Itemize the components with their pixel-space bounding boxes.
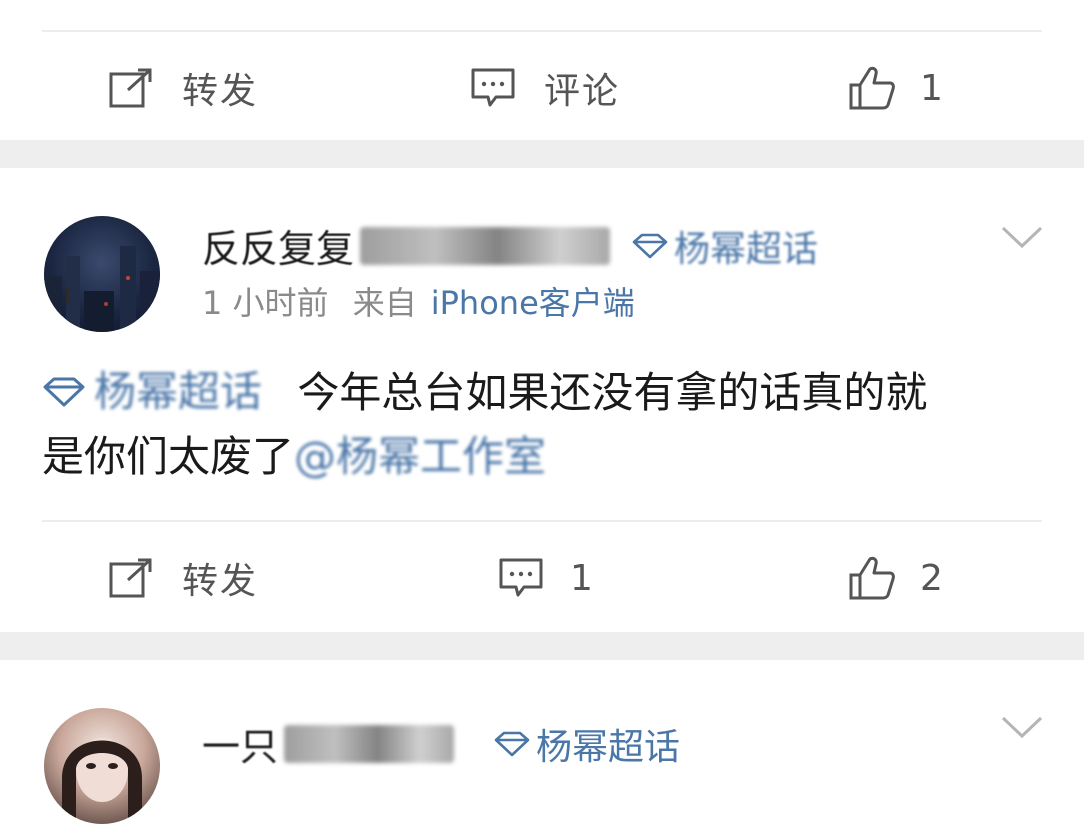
post-meta: 1 小时前 来自 iPhone客户端 — [202, 278, 649, 324]
repost-icon — [108, 68, 154, 108]
repost-button[interactable]: 转发 — [108, 528, 258, 628]
username[interactable]: 反反复复 — [202, 218, 354, 273]
like-button[interactable]: 2 — [848, 528, 945, 628]
comment-count: 1 — [570, 557, 595, 599]
thumbs-up-icon — [848, 555, 896, 601]
username[interactable]: 一只 — [202, 716, 278, 771]
mention-label: @杨幂工作室 — [294, 432, 547, 481]
topic-link[interactable]: 杨幂超话 — [42, 360, 262, 424]
diamond-icon — [632, 233, 668, 258]
repost-button[interactable]: 转发 — [108, 38, 258, 138]
diamond-icon — [494, 731, 530, 756]
like-button[interactable]: 1 — [848, 38, 945, 138]
divider — [42, 520, 1042, 522]
username-redaction — [360, 226, 611, 265]
action-bar: 转发 1 2 — [0, 528, 1084, 628]
mention-link[interactable]: @杨幂工作室 — [294, 432, 546, 481]
post-from-label: 来自 — [352, 284, 417, 322]
section-gap — [0, 140, 1084, 168]
topic-link-label: 杨幂超话 — [94, 367, 263, 416]
like-count: 1 — [920, 67, 945, 109]
repost-label: 转发 — [182, 561, 259, 602]
action-bar: 转发 评论 1 — [0, 38, 1084, 138]
super-topic-badge[interactable]: 杨幂超话 — [632, 220, 818, 272]
comment-button[interactable]: 1 — [498, 528, 595, 628]
post-text: 杨幂超话 今年总台如果还没有拿的话真的就 是你们太废了@杨幂工作室 — [42, 360, 1052, 489]
thumbs-up-icon — [848, 65, 896, 111]
super-topic-label: 杨幂超话 — [536, 726, 681, 768]
section-gap — [0, 632, 1084, 660]
repost-icon — [108, 558, 154, 598]
post-time: 1 小时前 — [202, 284, 329, 322]
chevron-down-icon[interactable] — [1000, 714, 1044, 742]
comment-label: 评论 — [544, 71, 621, 112]
post-text-line2: 是你们太废了 — [42, 432, 295, 481]
like-count: 2 — [920, 557, 945, 599]
chevron-down-icon[interactable] — [1000, 224, 1044, 252]
comment-icon — [498, 557, 544, 599]
comment-button[interactable]: 评论 — [470, 38, 620, 138]
username-redaction — [284, 724, 455, 763]
username-row: 反反复复 杨幂超话 — [202, 218, 818, 273]
super-topic-label: 杨幂超话 — [674, 228, 819, 270]
post-card-previous: 转发 评论 1 — [0, 0, 1084, 140]
super-topic-badge[interactable]: 杨幂超话 — [494, 718, 680, 770]
comment-icon — [470, 67, 516, 109]
post-source[interactable]: iPhone客户端 — [431, 284, 635, 322]
divider — [42, 30, 1042, 32]
avatar[interactable] — [44, 216, 160, 332]
username-row: 一只 杨幂超话 — [202, 716, 680, 771]
avatar[interactable] — [44, 708, 160, 824]
post-text-line1: 今年总台如果还没有拿的话真的就 — [297, 368, 928, 417]
repost-label: 转发 — [182, 71, 259, 112]
diamond-icon — [43, 377, 85, 407]
